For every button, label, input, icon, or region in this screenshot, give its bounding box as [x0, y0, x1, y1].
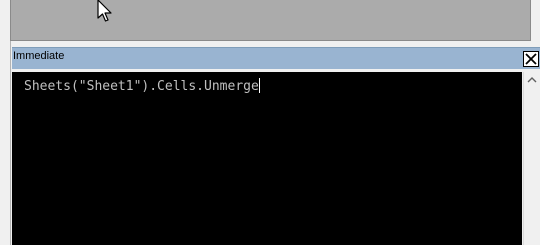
code-line: Sheets("Sheet1").Cells.Unmerge: [24, 78, 260, 95]
immediate-title: Immediate: [13, 50, 65, 62]
immediate-editor-wrap: Sheets("Sheet1").Cells.Unmerge: [12, 72, 540, 245]
code-line-text: Sheets("Sheet1").Cells.Unmerge: [24, 79, 259, 94]
left-frame-divider: [10, 41, 11, 245]
code-window-area[interactable]: [0, 0, 540, 41]
scroll-up-arrow-icon: [527, 77, 537, 83]
vertical-scrollbar[interactable]: [523, 72, 540, 245]
left-frame: [0, 41, 12, 245]
immediate-code-editor[interactable]: Sheets("Sheet1").Cells.Unmerge: [12, 72, 522, 245]
close-button[interactable]: [523, 51, 539, 67]
close-icon: [525, 53, 537, 65]
code-window-bottom-edge: [10, 40, 530, 41]
text-caret: [258, 78, 260, 93]
left-window-edge: [0, 0, 11, 41]
immediate-window: Immediate Sheets("Sheet1").Cells.Unmerge: [12, 47, 540, 245]
immediate-title-bar[interactable]: Immediate: [12, 47, 540, 69]
scroll-up-button[interactable]: [524, 72, 540, 89]
right-window-edge: [530, 0, 540, 41]
